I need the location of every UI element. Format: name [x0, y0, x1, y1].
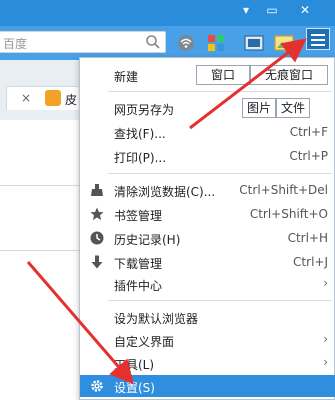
image-icon[interactable] — [274, 33, 294, 53]
menu-item-shortcut: Ctrl+F — [289, 125, 328, 139]
menu-item-bookmarks[interactable]: 书签管理 Ctrl+Shift+O — [80, 203, 335, 225]
menu-item-label: 打印(P)... — [114, 151, 167, 165]
browser-tab[interactable]: × 皮 — [6, 86, 80, 110]
main-menu-button[interactable] — [306, 28, 330, 50]
search-icon[interactable] — [145, 34, 161, 50]
menu-item-customize[interactable]: 自定义界面 › — [80, 329, 335, 351]
menu-item-label: 工具(L) — [114, 358, 155, 372]
broom-icon — [91, 184, 103, 196]
menu-separator — [108, 173, 332, 174]
menu-item-label: 查找(F)... — [114, 127, 166, 141]
menu-item-label: 插件中心 — [114, 279, 163, 293]
apps-grid-icon[interactable] — [206, 33, 226, 53]
chevron-right-icon: › — [323, 332, 328, 346]
menu-item-label: 自定义界面 — [114, 335, 175, 349]
menu-item-shortcut: Ctrl+P — [289, 149, 328, 163]
new-window-button[interactable]: 窗口 — [196, 65, 250, 85]
star-icon — [90, 207, 104, 220]
menu-item-print[interactable]: 打印(P)... Ctrl+P — [80, 145, 335, 167]
save-as-file-button[interactable]: 文件 — [276, 98, 310, 118]
chevron-right-icon: › — [323, 276, 328, 290]
minimize-button[interactable]: ▾ — [236, 3, 256, 17]
tab-favicon-icon — [45, 90, 61, 106]
menu-item-history[interactable]: 历史记录(H) Ctrl+H — [80, 227, 335, 249]
clock-icon — [90, 231, 104, 245]
menu-item-label: 设为默认浏览器 — [114, 312, 199, 326]
tab-label: 皮 — [65, 93, 78, 107]
screenshot-icon[interactable] — [244, 33, 264, 53]
menu-item-label: 设置(S) — [114, 381, 155, 395]
menu-item-plugins[interactable]: 插件中心 › — [80, 273, 335, 295]
divider — [0, 185, 80, 186]
menu-item-shortcut: Ctrl+Shift+Del — [239, 183, 328, 197]
download-arrow-icon — [91, 255, 103, 269]
save-as-image-button[interactable]: 图片 — [242, 98, 276, 118]
menu-separator — [108, 300, 332, 301]
gear-icon — [91, 380, 103, 392]
menu-item-shortcut: Ctrl+Shift+O — [249, 207, 328, 221]
menu-item-label: 清除浏览数据(C)... — [114, 185, 216, 199]
menu-item-downloads[interactable]: 下载管理 Ctrl+J — [80, 251, 335, 273]
restore-button[interactable]: ▭ — [262, 3, 282, 17]
menu-item-new: 新建 窗口 无痕窗口 — [80, 64, 335, 86]
hamburger-menu-icon — [311, 34, 325, 36]
menu-item-settings[interactable]: 设置(S) — [80, 375, 335, 397]
toolbar: 百度 — [0, 26, 335, 60]
new-incognito-window-button[interactable]: 无痕窗口 — [250, 65, 328, 85]
tab-close-icon[interactable]: × — [21, 91, 31, 105]
menu-item-shortcut: Ctrl+H — [287, 231, 328, 245]
close-button[interactable]: ✕ — [295, 3, 315, 17]
title-bar: ▾ ▭ ✕ — [0, 0, 335, 26]
menu-separator — [108, 91, 332, 92]
menu-item-default-browser[interactable]: 设为默认浏览器 — [80, 306, 335, 328]
menu-item-save-as: 网页另存为 图片 文件 — [80, 97, 335, 119]
menu-item-tools[interactable]: 工具(L) › — [80, 352, 335, 374]
search-input[interactable]: 百度 — [3, 35, 27, 52]
search-box[interactable]: 百度 — [0, 31, 166, 53]
wifi-icon[interactable] — [176, 33, 196, 53]
menu-item-find[interactable]: 查找(F)... Ctrl+F — [80, 121, 335, 143]
menu-item-label: 书签管理 — [114, 209, 163, 223]
main-dropdown-menu: 新建 窗口 无痕窗口 网页另存为 图片 文件 查找(F)... Ctrl+F 打… — [79, 57, 335, 400]
divider — [0, 250, 80, 251]
menu-item-clear-data[interactable]: 清除浏览数据(C)... Ctrl+Shift+Del — [80, 179, 335, 201]
menu-item-label: 历史记录(H) — [114, 233, 181, 247]
menu-item-label: 网页另存为 — [114, 103, 175, 117]
chevron-right-icon: › — [323, 355, 328, 369]
menu-item-shortcut: Ctrl+J — [293, 255, 328, 269]
menu-item-label: 下载管理 — [114, 257, 163, 271]
menu-item-label: 新建 — [114, 70, 139, 84]
